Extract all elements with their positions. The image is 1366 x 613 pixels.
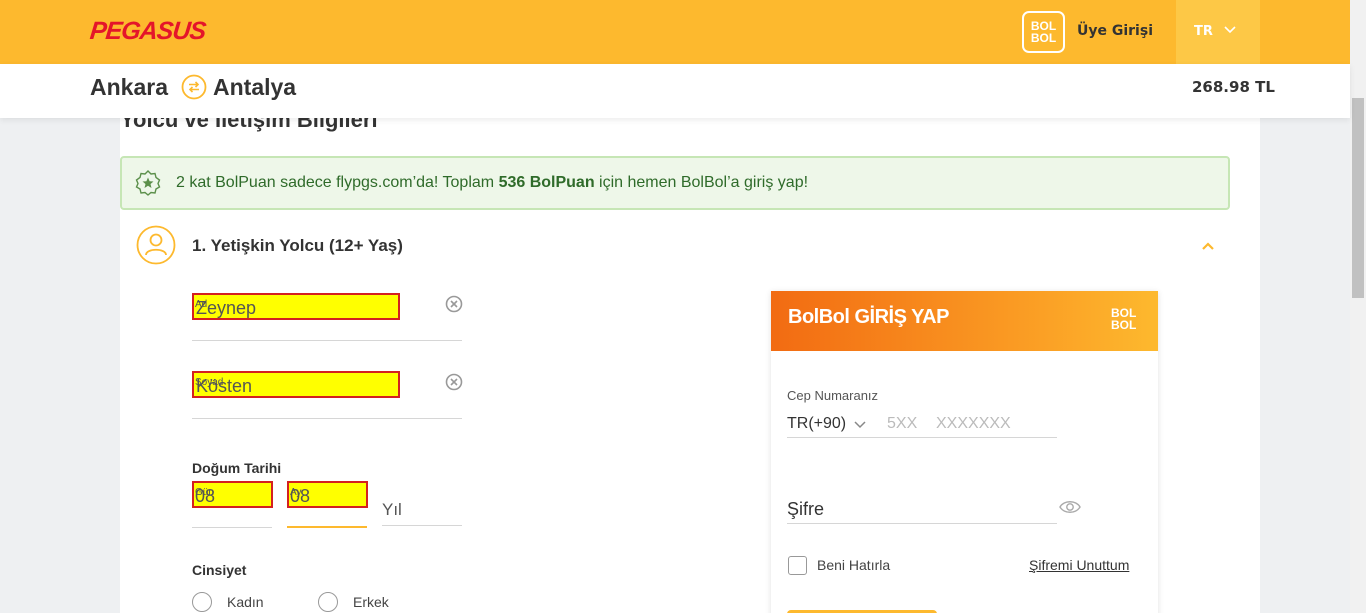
bolbol-badge-icon[interactable]: BOL BOL — [1022, 11, 1065, 53]
badge-star-icon — [135, 170, 161, 196]
promo-text-after: için hemen BolBol’a giriş yap! — [594, 174, 809, 191]
birth-year-input[interactable]: Yıl — [382, 500, 402, 520]
swap-arrows-icon — [181, 74, 207, 100]
bolbol-logo-icon: BOL BOL — [1111, 307, 1136, 331]
route-origin: Ankara — [90, 74, 168, 100]
first-name-value: Zeynep — [196, 298, 257, 318]
gender-female-radio[interactable] — [192, 592, 212, 612]
birth-date-label: Doğum Tarihi — [192, 460, 282, 476]
forgot-password-link[interactable]: Şifremi Unuttum — [1029, 557, 1129, 573]
phone-label: Cep Numaranız — [787, 388, 879, 403]
language-label: TR — [1194, 24, 1213, 39]
gender-male-radio[interactable] — [318, 592, 338, 612]
passenger-title: 1. Yetişkin Yolcu (12+ Yaş) — [192, 236, 403, 255]
chevron-up-icon[interactable] — [1200, 240, 1216, 252]
first-name-input[interactable]: Ad Zeynep — [192, 293, 400, 320]
total-price: 268.98 TL — [1192, 78, 1275, 96]
birth-month-underline — [287, 526, 367, 528]
phone-area-input[interactable]: 5XX — [887, 415, 917, 433]
clear-last-name-icon[interactable] — [445, 373, 463, 391]
user-icon — [136, 225, 176, 265]
scrollbar-thumb[interactable] — [1352, 98, 1364, 298]
gender-label: Cinsiyet — [192, 562, 247, 578]
bolbol-login-panel: BolBol GİRİŞ YAP BOL BOL Cep Numaranız T… — [771, 291, 1158, 613]
top-bar: PEGASUS BOL BOL Üye Girişi TR — [0, 0, 1350, 64]
bolbol-logo-bottom: BOL — [1111, 318, 1137, 332]
promo-text: 2 kat BolPuan sadece flypgs.com’da! Topl… — [176, 174, 808, 192]
last-name-underline — [192, 418, 462, 419]
eye-icon[interactable] — [1059, 499, 1081, 515]
first-name-underline — [192, 340, 462, 341]
promo-points: 536 BolPuan — [498, 174, 595, 191]
last-name-value: Kösten — [196, 376, 253, 396]
clear-first-name-icon[interactable] — [445, 295, 463, 313]
country-code-select[interactable]: TR(+90) — [787, 415, 846, 433]
promo-text-before: 2 kat BolPuan sadece flypgs.com’da! Topl… — [176, 174, 499, 191]
remember-me-checkbox[interactable] — [788, 556, 807, 575]
bolpuan-promo-banner: 2 kat BolPuan sadece flypgs.com’da! Topl… — [120, 156, 1230, 210]
birth-day-value: 08 — [195, 486, 216, 506]
route-destination: Antalya — [213, 74, 297, 100]
birth-day-input[interactable]: Gün 08 — [192, 481, 273, 508]
birth-month-input[interactable]: Ay 08 — [287, 481, 368, 508]
password-input[interactable]: Şifre — [787, 499, 824, 520]
language-selector[interactable]: TR — [1176, 0, 1260, 64]
birth-day-underline — [192, 527, 272, 528]
birth-month-value: 08 — [290, 486, 311, 506]
password-underline — [787, 523, 1057, 524]
bolbol-login-title: BolBol GİRİŞ YAP — [788, 306, 949, 328]
gender-male-label: Erkek — [353, 594, 389, 610]
gender-female-label: Kadın — [227, 594, 264, 610]
bolbol-login-header: BolBol GİRİŞ YAP BOL BOL — [771, 291, 1158, 351]
chevron-down-icon — [1224, 26, 1236, 34]
member-login-link[interactable]: Üye Girişi — [1077, 23, 1153, 39]
bolbol-badge-bottom: BOL — [1030, 31, 1057, 45]
pegasus-logo[interactable]: PEGASUS — [88, 17, 207, 46]
phone-underline — [787, 437, 1057, 438]
chevron-down-icon — [854, 421, 866, 429]
remember-me-label: Beni Hatırla — [817, 557, 891, 573]
page-scrollbar[interactable] — [1350, 0, 1366, 613]
birth-year-underline — [382, 525, 462, 526]
route-summary-bar: Ankara Antalya 268.98 TL — [0, 64, 1350, 118]
phone-number-input[interactable]: XXXXXXX — [936, 415, 1011, 433]
last-name-input[interactable]: Soyad Kösten — [192, 371, 400, 398]
